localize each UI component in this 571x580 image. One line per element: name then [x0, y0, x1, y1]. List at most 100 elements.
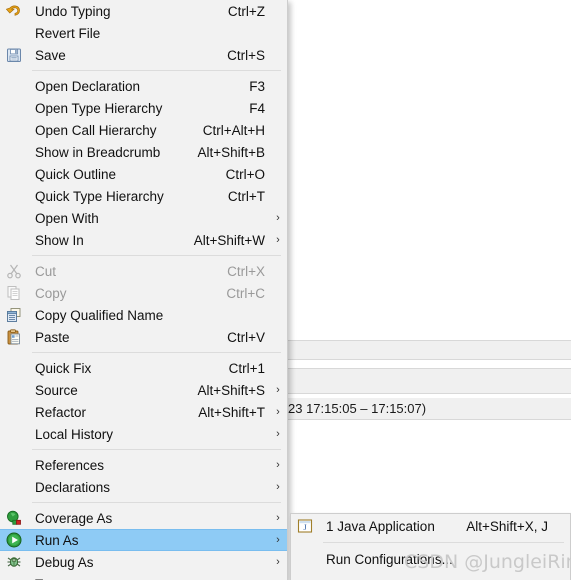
menu-item-label: Open Declaration: [35, 78, 141, 94]
menu-item-debug-as[interactable]: Debug As ›: [0, 551, 287, 573]
menu-item-shortcut: Alt+Shift+S: [197, 382, 265, 398]
chevron-right-icon: ›: [276, 534, 280, 546]
menu-item-show-in[interactable]: Show In Alt+Shift+W ›: [0, 229, 287, 251]
submenu-spacer: ›: [273, 265, 287, 277]
chevron-right-icon: ›: [276, 428, 280, 440]
menu-item-label: Quick Fix: [35, 360, 92, 376]
menu-item-open-declaration[interactable]: Open Declaration F3 ›: [0, 75, 287, 97]
menu-item-label: Copy: [35, 285, 67, 301]
menu-item-label: Revert File: [35, 25, 101, 41]
submenu-spacer: ›: [273, 146, 287, 158]
save-icon: [0, 44, 28, 66]
menu-separator: [32, 255, 281, 256]
menu-item-label: Show In: [35, 232, 84, 248]
submenu-spacer: ›: [273, 124, 287, 136]
menu-item-refactor[interactable]: Refactor Alt+Shift+T ›: [0, 401, 287, 423]
menu-item-label: Run As: [35, 532, 79, 548]
coverage-icon: [0, 507, 28, 529]
menu-item-label: References: [35, 457, 105, 473]
menu-item-show-in-breadcrumb[interactable]: Show in Breadcrumb Alt+Shift+B ›: [0, 141, 287, 163]
menu-item-quick-fix[interactable]: Quick Fix Ctrl+1 ›: [0, 357, 287, 379]
menu-item-open-with[interactable]: Open With ›: [0, 207, 287, 229]
context-menu-items[interactable]: Undo Typing Ctrl+Z › Revert File › Save Ctrl+S…: [0, 0, 287, 580]
submenu-spacer: ›: [273, 362, 287, 374]
menu-item-open-type-hierarchy[interactable]: Open Type Hierarchy F4 ›: [0, 97, 287, 119]
submenu-spacer: ›: [273, 80, 287, 92]
menu-item-shortcut: Alt+Shift+X, J: [466, 518, 548, 534]
menu-item-source[interactable]: Source Alt+Shift+S ›: [0, 379, 287, 401]
no-icon: [0, 22, 28, 44]
submenu-spacer: ›: [273, 5, 287, 17]
menu-item-shortcut: Alt+Shift+T: [198, 404, 265, 420]
menu-item-copy: Copy Ctrl+C ›: [0, 282, 287, 304]
submenu-item-1-java-application[interactable]: J 1 Java Application Alt+Shift+X, J ›: [291, 514, 570, 538]
submenu-spacer: ›: [273, 168, 287, 180]
cut-icon: [0, 260, 28, 282]
menu-item-team[interactable]: Team›: [0, 573, 287, 580]
no-icon: [0, 573, 28, 580]
menu-item-label: Open Type Hierarchy: [35, 100, 163, 116]
chevron-right-icon: ›: [276, 512, 280, 524]
menu-item-quick-outline[interactable]: Quick Outline Ctrl+O ›: [0, 163, 287, 185]
menu-separator: [32, 449, 281, 450]
no-icon: [0, 97, 28, 119]
submenu-spacer: ›: [273, 27, 287, 39]
menu-item-open-call-hierarchy[interactable]: Open Call Hierarchy Ctrl+Alt+H ›: [0, 119, 287, 141]
menu-item-label: Show in Breadcrumb: [35, 144, 161, 160]
menu-item-shortcut: Ctrl+Z: [227, 3, 265, 19]
menu-item-label: Refactor: [35, 404, 87, 420]
menu-item-label: Local History: [35, 426, 114, 442]
run-as-submenu-items[interactable]: J1 Java ApplicationAlt+Shift+X, J› Run Co…: [291, 514, 570, 571]
menu-item-label: Run Configurations...: [326, 551, 453, 567]
paste-icon: [0, 326, 28, 348]
menu-item-shortcut: Ctrl+T: [227, 188, 265, 204]
no-icon: [0, 207, 28, 229]
menu-item-label: Save: [35, 47, 66, 63]
menu-item-references[interactable]: References ›: [0, 454, 287, 476]
no-icon: [0, 163, 28, 185]
menu-item-label: Paste: [35, 329, 70, 345]
menu-item-local-history[interactable]: Local History ›: [0, 423, 287, 445]
submenu-separator: [323, 542, 564, 543]
menu-item-run-as[interactable]: Run As ›: [0, 529, 287, 551]
chevron-right-icon: ›: [276, 406, 280, 418]
menu-item-label: Debug As: [35, 554, 94, 570]
menu-item-paste[interactable]: Paste Ctrl+V ›: [0, 326, 287, 348]
menu-item-save[interactable]: Save Ctrl+S ›: [0, 44, 287, 66]
run-as-submenu[interactable]: J1 Java ApplicationAlt+Shift+X, J› Run Co…: [290, 513, 571, 580]
copy-icon: [0, 282, 28, 304]
menu-item-label: Declarations: [35, 479, 111, 495]
menu-item-declarations[interactable]: Declarations ›: [0, 476, 287, 498]
menu-item-undo-typing[interactable]: Undo Typing Ctrl+Z ›: [0, 0, 287, 22]
chevron-right-icon: ›: [276, 459, 280, 471]
menu-item-cut: Cut Ctrl+X ›: [0, 260, 287, 282]
menu-item-shortcut: Ctrl+C: [226, 285, 265, 301]
editor-context-menu[interactable]: Undo Typing Ctrl+Z › Revert File › Save Ctrl+S…: [0, 0, 288, 580]
chevron-right-icon: ›: [276, 234, 280, 246]
menu-item-shortcut: F3: [249, 78, 265, 94]
submenu-spacer: ›: [273, 102, 287, 114]
menu-item-label: Open With: [35, 210, 99, 226]
menu-item-shortcut: F4: [249, 100, 265, 116]
no-icon: [0, 357, 28, 379]
menu-item-label: Quick Type Hierarchy: [35, 188, 164, 204]
no-icon: [0, 185, 28, 207]
run-icon: [0, 529, 28, 551]
submenu-spacer: ›: [273, 331, 287, 343]
submenu-item-run-configurations[interactable]: Run Configurations... ›: [291, 547, 570, 571]
menu-item-shortcut: Alt+Shift+B: [197, 144, 265, 160]
no-icon: [0, 141, 28, 163]
menu-item-label: Open Call Hierarchy: [35, 122, 157, 138]
menu-item-label: Coverage As: [35, 510, 113, 526]
no-icon: [0, 476, 28, 498]
no-icon: [0, 423, 28, 445]
no-icon: [0, 119, 28, 141]
menu-item-shortcut: Alt+Shift+W: [193, 232, 265, 248]
no-icon: [291, 548, 319, 570]
menu-item-revert-file[interactable]: Revert File ›: [0, 22, 287, 44]
menu-item-coverage-as[interactable]: Coverage As ›: [0, 507, 287, 529]
menu-item-shortcut: Ctrl+X: [227, 263, 265, 279]
menu-item-copy-qualified-name[interactable]: Copy Qualified Name ›: [0, 304, 287, 326]
menu-separator: [32, 352, 281, 353]
menu-item-quick-type-hierarchy[interactable]: Quick Type Hierarchy Ctrl+T ›: [0, 185, 287, 207]
